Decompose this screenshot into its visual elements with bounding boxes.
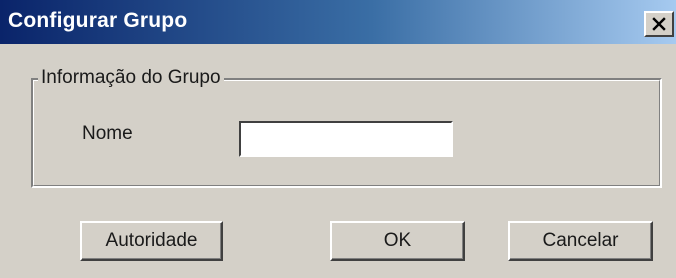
configure-group-dialog: Configurar Grupo Informação do Grupo Nom… bbox=[0, 0, 676, 278]
title-bar[interactable]: Configurar Grupo bbox=[0, 0, 676, 44]
close-button[interactable] bbox=[644, 11, 674, 37]
name-label: Nome bbox=[82, 123, 133, 144]
ok-button[interactable]: OK bbox=[330, 221, 465, 261]
close-icon bbox=[652, 17, 666, 31]
cancel-button[interactable]: Cancelar bbox=[508, 221, 653, 261]
group-info-legend: Informação do Grupo bbox=[38, 66, 224, 90]
authority-button[interactable]: Autoridade bbox=[80, 221, 223, 261]
name-input[interactable] bbox=[239, 121, 453, 157]
window-title: Configurar Grupo bbox=[8, 9, 188, 32]
